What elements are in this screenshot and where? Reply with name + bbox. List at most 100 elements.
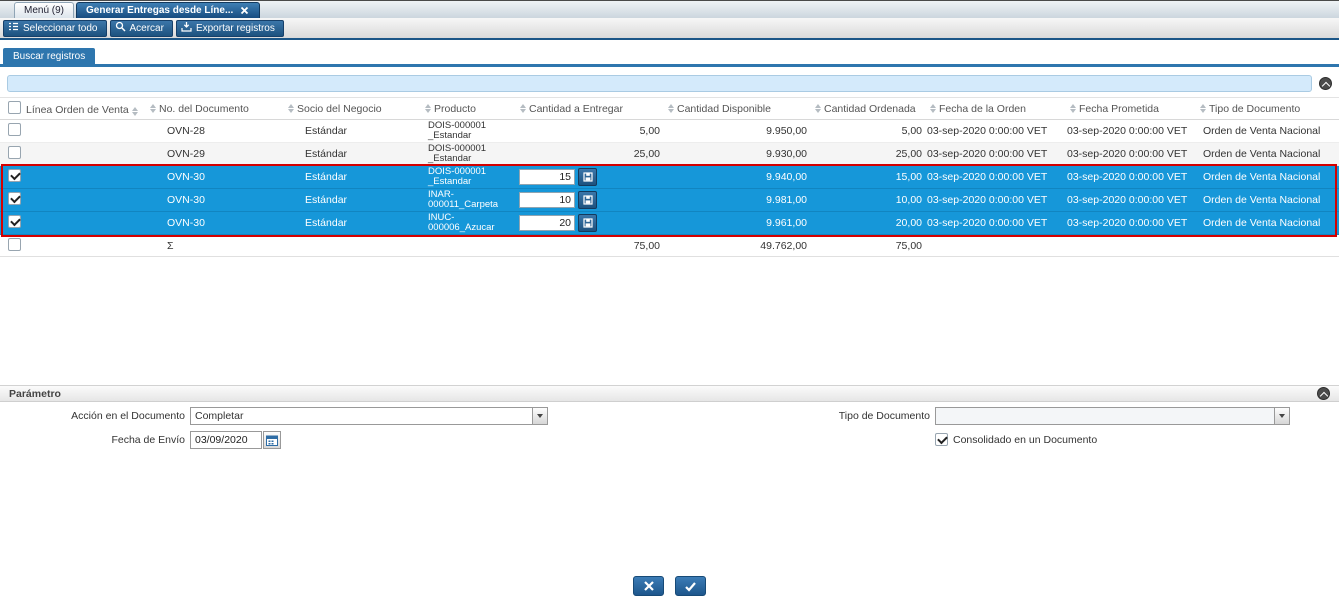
confirm-button[interactable]: [675, 576, 706, 596]
save-row-button[interactable]: [578, 168, 597, 186]
cell-promised-date: 03-sep-2020 0:00:00 VET: [1067, 148, 1188, 160]
doc-type-value: [935, 407, 1274, 425]
tab-generar-entregas[interactable]: Generar Entregas desde Líne...: [76, 2, 261, 18]
doc-action-combobox[interactable]: Completar: [190, 407, 548, 425]
column-label: Cantidad Ordenada: [824, 102, 916, 115]
row-checkbox[interactable]: [8, 123, 21, 136]
sort-icon[interactable]: [668, 104, 674, 113]
cancel-button[interactable]: [633, 576, 664, 596]
row-checkbox-checked[interactable]: [8, 192, 21, 205]
cell-qty-available: 9.950,00: [766, 125, 807, 137]
column-header-producto[interactable]: Producto: [420, 98, 515, 119]
qty-to-deliver-input[interactable]: [519, 215, 575, 231]
save-icon: [582, 195, 593, 205]
zoom-button[interactable]: Acercar: [109, 19, 173, 37]
row-checkbox-checked[interactable]: [8, 215, 21, 228]
column-header-cantidad-entregar[interactable]: Cantidad a Entregar: [515, 98, 663, 119]
x-icon: [643, 581, 654, 591]
cell-doc-type: Orden de Venta Nacional: [1203, 194, 1321, 206]
sort-icon[interactable]: [425, 104, 431, 113]
row-checkbox[interactable]: [8, 146, 21, 159]
cell-qty-ordered: 20,00: [895, 217, 922, 229]
sort-icon[interactable]: [815, 104, 821, 113]
sort-icon[interactable]: [131, 107, 138, 116]
save-icon: [582, 172, 593, 182]
table-row-selected[interactable]: OVN-30 Estándar DOIS-000001 _Estandar 9.…: [0, 166, 1339, 189]
cell-qty-available: 9.940,00: [766, 171, 807, 183]
select-all-icon: [8, 21, 19, 35]
check-icon: [685, 581, 696, 592]
export-button[interactable]: Exportar registros: [175, 19, 284, 37]
cell-partner: Estándar: [305, 148, 348, 160]
qty-to-deliver-input[interactable]: [519, 169, 575, 185]
cell-document: OVN-28: [167, 125, 205, 137]
column-header-fecha-orden[interactable]: Fecha de la Orden: [925, 98, 1065, 119]
table-row[interactable]: OVN-29 Estándar DOIS-000001 _Estandar 25…: [0, 143, 1339, 166]
sort-icon[interactable]: [150, 104, 156, 113]
collapse-search-button[interactable]: [1319, 77, 1332, 90]
ship-date-field: [190, 431, 281, 449]
cell-partner: Estándar: [305, 217, 348, 229]
table-row-selected[interactable]: OVN-30 Estándar INUC-000006_Azucar 9.961…: [0, 212, 1339, 235]
column-label: Socio del Negocio: [297, 102, 382, 115]
column-label: Línea Orden de Venta: [26, 104, 129, 116]
row-checkbox[interactable]: [8, 237, 21, 251]
search-input[interactable]: [7, 75, 1312, 92]
ship-date-input[interactable]: [190, 431, 262, 449]
qty-to-deliver-input[interactable]: [519, 192, 575, 208]
select-all-label: Seleccionar todo: [23, 22, 98, 34]
cell-order-date: 03-sep-2020 0:00:00 VET: [927, 194, 1048, 206]
tab-menu-label: Menú (9): [24, 5, 65, 16]
save-row-button[interactable]: [578, 214, 597, 232]
select-all-button[interactable]: Seleccionar todo: [3, 19, 107, 37]
column-header-fecha-prometida[interactable]: Fecha Prometida: [1065, 98, 1195, 119]
table-sum-row: Σ 75,00 49.762,00 75,00: [0, 235, 1339, 257]
column-header-socio[interactable]: Socio del Negocio: [283, 98, 420, 119]
cell-doc-type: Orden de Venta Nacional: [1203, 148, 1321, 160]
consolidated-checkbox[interactable]: [935, 433, 948, 446]
column-header-cantidad-ordenada[interactable]: Cantidad Ordenada: [810, 98, 925, 119]
calendar-button[interactable]: [263, 431, 281, 449]
cell-sum-symbol: Σ: [167, 239, 174, 252]
chevron-down-icon[interactable]: [1274, 407, 1290, 425]
tab-buscar-registros[interactable]: Buscar registros: [3, 48, 96, 64]
save-row-button[interactable]: [578, 191, 597, 209]
column-header-tipo-documento[interactable]: Tipo de Documento: [1195, 98, 1339, 119]
sort-icon[interactable]: [1200, 104, 1206, 113]
select-all-checkbox[interactable]: [8, 101, 21, 114]
results-table: Línea Orden de Venta No. del Documento S…: [0, 97, 1339, 257]
close-icon[interactable]: [239, 5, 250, 16]
consolidated-field: Consolidado en un Documento: [935, 433, 1097, 446]
doc-type-combobox[interactable]: [935, 407, 1290, 425]
sort-icon[interactable]: [1070, 104, 1076, 113]
cell-order-date: 03-sep-2020 0:00:00 VET: [927, 171, 1048, 183]
export-icon: [181, 21, 192, 35]
window-tab-bar: Menú (9) Generar Entregas desde Líne...: [0, 0, 1339, 18]
cell-sum-qty-available: 49.762,00: [760, 239, 807, 252]
column-label: Cantidad a Entregar: [529, 102, 623, 115]
table-row[interactable]: OVN-28 Estándar DOIS-000001 _Estandar 5,…: [0, 120, 1339, 143]
collapse-parameter-button[interactable]: [1317, 387, 1330, 400]
cell-doc-type: Orden de Venta Nacional: [1203, 171, 1321, 183]
tab-generar-label: Generar Entregas desde Líne...: [86, 5, 234, 16]
column-header-linea-orden[interactable]: Línea Orden de Venta: [0, 98, 145, 119]
row-checkbox-checked[interactable]: [8, 169, 21, 182]
tab-menu[interactable]: Menú (9): [14, 2, 75, 18]
table-row-selected[interactable]: OVN-30 Estándar INAR-000011_Carpeta 9.98…: [0, 189, 1339, 212]
cell-product: DOIS-000001 _Estandar: [428, 120, 487, 141]
chevron-down-icon[interactable]: [532, 407, 548, 425]
consolidated-label: Consolidado en un Documento: [953, 433, 1098, 446]
column-header-documento[interactable]: No. del Documento: [145, 98, 283, 119]
sort-icon[interactable]: [288, 104, 294, 113]
cell-qty-to-deliver-editable: [515, 214, 663, 232]
sort-icon[interactable]: [520, 104, 526, 113]
browser-window: Menú (9) Generar Entregas desde Líne... …: [0, 0, 1339, 601]
cell-document: OVN-30: [167, 171, 205, 183]
sort-icon[interactable]: [930, 104, 936, 113]
zoom-icon: [115, 21, 126, 35]
column-label: Producto: [434, 102, 477, 115]
doc-action-label: Acción en el Documento: [71, 410, 185, 422]
parameter-panel-header: Parámetro: [0, 385, 1339, 402]
cell-document: OVN-30: [167, 194, 205, 206]
column-header-cantidad-disponible[interactable]: Cantidad Disponible: [663, 98, 810, 119]
